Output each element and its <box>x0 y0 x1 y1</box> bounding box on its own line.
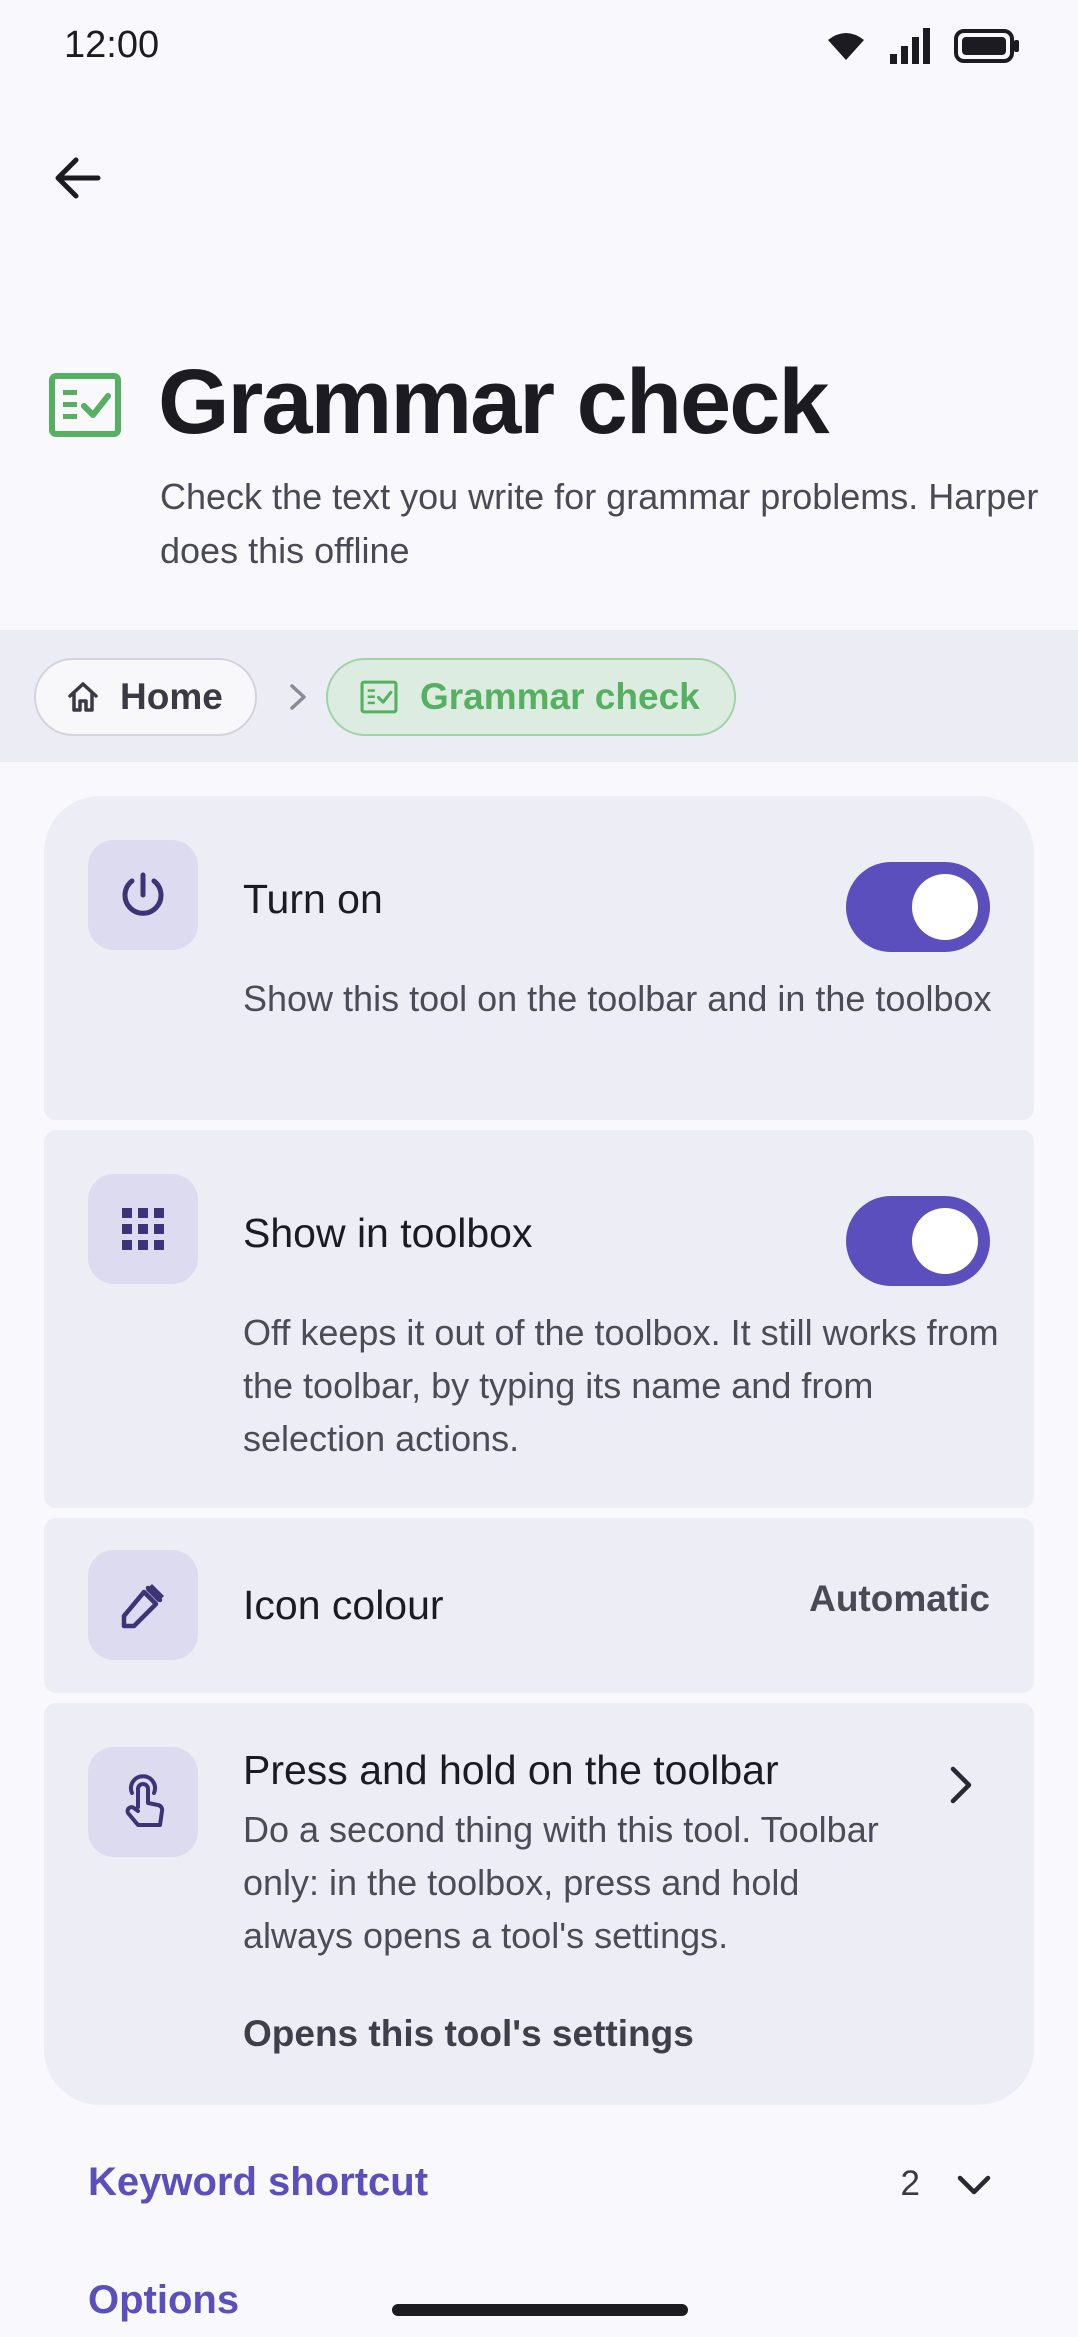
grid-icon <box>122 1208 164 1250</box>
turn-on-title: Turn on <box>243 876 383 922</box>
status-bar: 12:00 <box>0 0 1078 100</box>
options-label: Options <box>88 2278 240 2322</box>
wifi-icon <box>828 33 864 60</box>
arrow-left-icon <box>55 157 101 199</box>
breadcrumb: Home Grammar check <box>0 630 1078 762</box>
options-section[interactable]: Options <box>88 2268 1028 2337</box>
power-icon-tile <box>88 840 198 950</box>
page-title: Grammar check <box>158 351 830 453</box>
power-icon <box>122 872 164 916</box>
grammar-check-icon <box>49 373 121 437</box>
toggle-knob <box>912 1208 978 1274</box>
chevron-right-icon <box>290 684 306 710</box>
turn-on-description: Show this tool on the toolbar and in the… <box>243 978 992 1019</box>
grammar-check-icon <box>360 680 398 714</box>
touch-icon <box>125 1774 165 1827</box>
turn-on-setting[interactable]: Turn on Show this tool on the toolbar an… <box>44 796 1034 1120</box>
status-icons <box>826 28 1020 64</box>
eyedropper-icon <box>121 1584 164 1629</box>
keyword-shortcut-count: 2 <box>900 2164 920 2203</box>
home-icon <box>68 682 98 712</box>
icon-colour-setting[interactable]: Icon colour Automatic <box>44 1518 1034 1693</box>
chevron-down-icon <box>957 2175 991 2195</box>
chevron-right-icon <box>950 1766 972 1804</box>
show-in-toolbox-toggle[interactable] <box>846 1196 990 1286</box>
breadcrumb-current-label: Grammar check <box>420 676 700 717</box>
breadcrumb-home-label: Home <box>120 676 223 717</box>
turn-on-toggle[interactable] <box>846 862 990 952</box>
signal-icon <box>890 28 930 64</box>
show-in-toolbox-title: Show in toolbox <box>243 1210 533 1256</box>
screen: 12:00 Grammar check Check the text you w… <box>0 0 1078 2337</box>
breadcrumb-home-chip[interactable]: Home <box>34 658 257 736</box>
breadcrumb-current-chip[interactable]: Grammar check <box>326 658 736 736</box>
press-and-hold-description: Do a second thing with this tool. Toolba… <box>243 1809 879 1956</box>
back-button[interactable] <box>40 140 116 216</box>
keyword-shortcut-label: Keyword shortcut <box>88 2160 429 2204</box>
toggle-knob <box>912 874 978 940</box>
status-time: 12:00 <box>64 24 160 66</box>
page-subtitle: Check the text you write for grammar pro… <box>160 476 1039 571</box>
battery-icon <box>954 29 1019 63</box>
show-in-toolbox-description: Off keeps it out of the toolbox. It stil… <box>243 1312 999 1459</box>
icon-colour-value: Automatic <box>809 1578 990 1619</box>
icon-colour-title: Icon colour <box>243 1582 444 1628</box>
press-and-hold-setting[interactable]: Press and hold on the toolbar Do a secon… <box>44 1703 1034 2105</box>
press-and-hold-title: Press and hold on the toolbar <box>243 1747 779 1793</box>
grid-icon-tile <box>88 1174 198 1284</box>
home-indicator[interactable] <box>392 2304 688 2316</box>
show-in-toolbox-setting[interactable]: Show in toolbox Off keeps it out of the … <box>44 1130 1034 1508</box>
touch-icon-tile <box>88 1747 198 1857</box>
press-and-hold-value: Opens this tool's settings <box>243 2013 694 2054</box>
keyword-shortcut-section[interactable]: Keyword shortcut 2 <box>88 2150 1028 2230</box>
eyedropper-icon-tile <box>88 1550 198 1660</box>
